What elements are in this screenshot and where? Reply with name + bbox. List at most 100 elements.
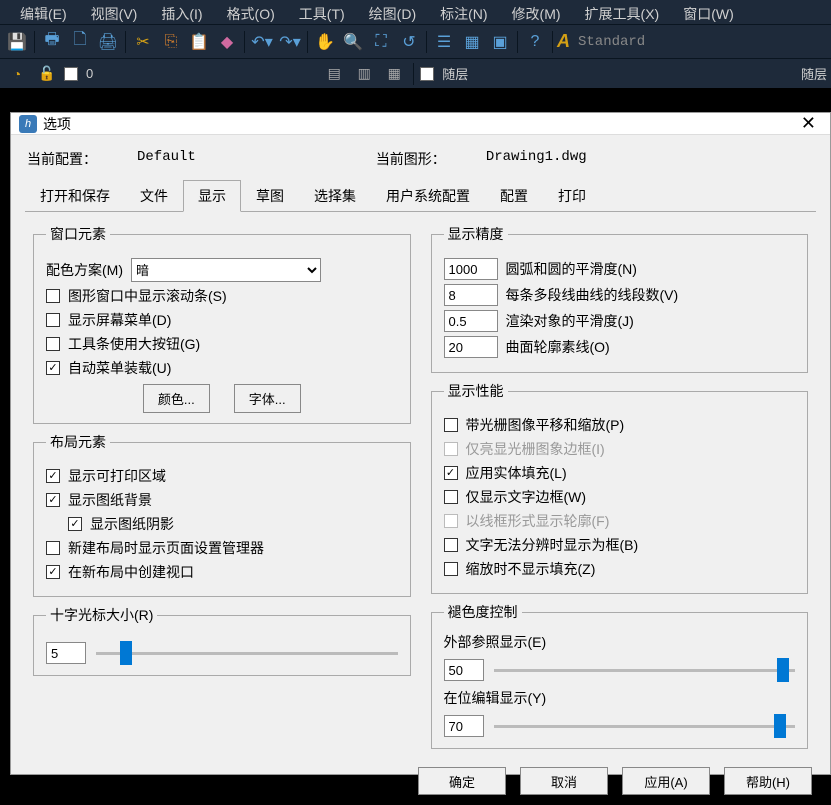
fonts-button[interactable]: 字体... [234, 384, 301, 413]
layer-states-icon[interactable]: ▦ [381, 61, 407, 87]
menu-extended[interactable]: 扩展工具(X) [573, 2, 672, 22]
tab-display[interactable]: 显示 [183, 180, 241, 212]
arc-smoothness-input[interactable] [444, 258, 498, 280]
layer-manager-icon[interactable]: ▤ [321, 61, 347, 87]
matchprop-icon[interactable]: ◆ [214, 29, 240, 55]
plot-icon[interactable]: 🖨 [95, 29, 121, 55]
pan-raster-label: 带光栅图像平移和缩放(P) [466, 415, 625, 435]
menu-format[interactable]: 格式(O) [215, 2, 287, 22]
auto-menu-checkbox[interactable] [46, 361, 60, 375]
crosshair-slider[interactable] [96, 641, 398, 665]
current-profile-label: 当前配置： [27, 149, 137, 169]
toolpalette-icon[interactable]: ▣ [487, 29, 513, 55]
fade-control-legend: 褪色度控制 [444, 602, 522, 622]
help-icon[interactable]: ? [522, 29, 548, 55]
preview-icon[interactable]: 🗋 [67, 29, 93, 55]
colors-button[interactable]: 颜色... [143, 384, 210, 413]
tab-user[interactable]: 用户系统配置 [371, 180, 485, 212]
redo-icon[interactable]: ↷▾ [277, 29, 303, 55]
tab-open-save[interactable]: 打开和保存 [25, 180, 125, 212]
zoom-prev-icon[interactable]: ↺ [396, 29, 422, 55]
menu-draw[interactable]: 绘图(D) [357, 2, 428, 22]
menu-window[interactable]: 窗口(W) [671, 2, 746, 22]
printable-area-label: 显示可打印区域 [68, 466, 166, 486]
tab-content: 窗口元素 配色方案(M) 暗 图形窗口中显示滚动条(S) 显示屏幕菜单(D) 工… [25, 212, 816, 749]
crosshair-size-input[interactable] [46, 642, 86, 664]
text-legible-checkbox[interactable] [444, 538, 458, 552]
text-frame-checkbox[interactable] [444, 490, 458, 504]
tab-selection[interactable]: 选择集 [299, 180, 371, 212]
pan-icon[interactable]: ✋ [312, 29, 338, 55]
apply-button[interactable]: 应用(A) [622, 767, 710, 795]
contour-lines-input[interactable] [444, 336, 498, 358]
tab-profiles[interactable]: 配置 [485, 180, 543, 212]
slider-thumb[interactable] [777, 658, 789, 682]
layer-name[interactable]: 0 [86, 66, 93, 81]
paper-shadow-checkbox[interactable] [68, 517, 82, 531]
large-buttons-checkbox[interactable] [46, 337, 60, 351]
zoom-fill-checkbox[interactable] [444, 562, 458, 576]
menu-edit[interactable]: 编辑(E) [8, 2, 79, 22]
window-elements-group: 窗口元素 配色方案(M) 暗 图形窗口中显示滚动条(S) 显示屏幕菜单(D) 工… [33, 224, 411, 424]
menu-dimension[interactable]: 标注(N) [428, 2, 499, 22]
tab-drafting[interactable]: 草图 [241, 180, 299, 212]
arc-smoothness-label: 圆弧和圆的平滑度(N) [506, 259, 637, 279]
screen-menu-checkbox[interactable] [46, 313, 60, 327]
tab-plot[interactable]: 打印 [543, 180, 601, 212]
paste-icon[interactable]: 📋 [186, 29, 212, 55]
highlight-raster-label: 仅亮显光栅图象边框(I) [466, 439, 605, 459]
zoom-window-icon[interactable]: ⛶ [368, 29, 394, 55]
dialog-body: 当前配置： Default 当前图形： Drawing1.dwg 打开和保存 文… [11, 135, 830, 757]
textstyle-name[interactable]: Standard [572, 34, 651, 50]
layer-state-icon[interactable]: ◔ [4, 61, 30, 87]
menu-tools[interactable]: 工具(T) [287, 2, 357, 22]
color-scheme-select[interactable]: 暗 [131, 258, 321, 282]
color-swatch[interactable] [420, 67, 434, 81]
color-bylayer[interactable]: 随层 [442, 64, 468, 83]
sheetset-icon[interactable]: ▦ [459, 29, 485, 55]
cancel-button[interactable]: 取消 [520, 767, 608, 795]
paper-bg-label: 显示图纸背景 [68, 490, 152, 510]
create-viewport-label: 在新布局中创建视口 [68, 562, 194, 582]
ok-button[interactable]: 确定 [418, 767, 506, 795]
menu-insert[interactable]: 插入(I) [149, 2, 214, 22]
contour-lines-label: 曲面轮廓素线(O) [506, 337, 610, 357]
copy-icon[interactable]: ⎘ [158, 29, 184, 55]
slider-thumb[interactable] [774, 714, 786, 738]
layer-filter-icon[interactable]: ▥ [351, 61, 377, 87]
slider-track [494, 669, 796, 672]
zoom-icon[interactable]: 🔍 [340, 29, 366, 55]
cut-icon[interactable]: ✂ [130, 29, 156, 55]
solid-fill-checkbox[interactable] [444, 466, 458, 480]
undo-icon[interactable]: ↶▾ [249, 29, 275, 55]
paper-bg-checkbox[interactable] [46, 493, 60, 507]
printable-area-checkbox[interactable] [46, 469, 60, 483]
xref-fade-input[interactable] [444, 659, 484, 681]
save-icon[interactable]: 💾 [4, 29, 30, 55]
menu-modify[interactable]: 修改(M) [500, 2, 573, 22]
menu-view[interactable]: 视图(V) [79, 2, 150, 22]
layer-color-swatch[interactable] [64, 67, 78, 81]
segments-label: 每条多段线曲线的线段数(V) [506, 285, 679, 305]
slider-thumb[interactable] [120, 641, 132, 665]
render-smoothness-input[interactable] [444, 310, 498, 332]
properties-icon[interactable]: ☰ [431, 29, 457, 55]
options-dialog: h 选项 ✕ 当前配置： Default 当前图形： Drawing1.dwg … [10, 112, 831, 775]
tab-files[interactable]: 文件 [125, 180, 183, 212]
app-menu-bar: 编辑(E) 视图(V) 插入(I) 格式(O) 工具(T) 绘图(D) 标注(N… [0, 0, 831, 24]
linetype-bylayer[interactable]: 随层 [801, 64, 827, 83]
create-viewport-checkbox[interactable] [46, 565, 60, 579]
inplace-fade-input[interactable] [444, 715, 484, 737]
close-icon[interactable]: ✕ [795, 113, 822, 134]
segments-input[interactable] [444, 284, 498, 306]
current-profile-value: Default [137, 149, 196, 169]
textstyle-icon[interactable]: A [557, 31, 570, 52]
inplace-fade-slider[interactable] [494, 714, 796, 738]
help-button[interactable]: 帮助(H) [724, 767, 812, 795]
scrollbars-checkbox[interactable] [46, 289, 60, 303]
pan-raster-checkbox[interactable] [444, 418, 458, 432]
print-icon[interactable]: 🖶 [39, 29, 65, 55]
xref-fade-slider[interactable] [494, 658, 796, 682]
page-setup-checkbox[interactable] [46, 541, 60, 555]
layer-lock-icon[interactable]: 🔓 [34, 61, 60, 87]
